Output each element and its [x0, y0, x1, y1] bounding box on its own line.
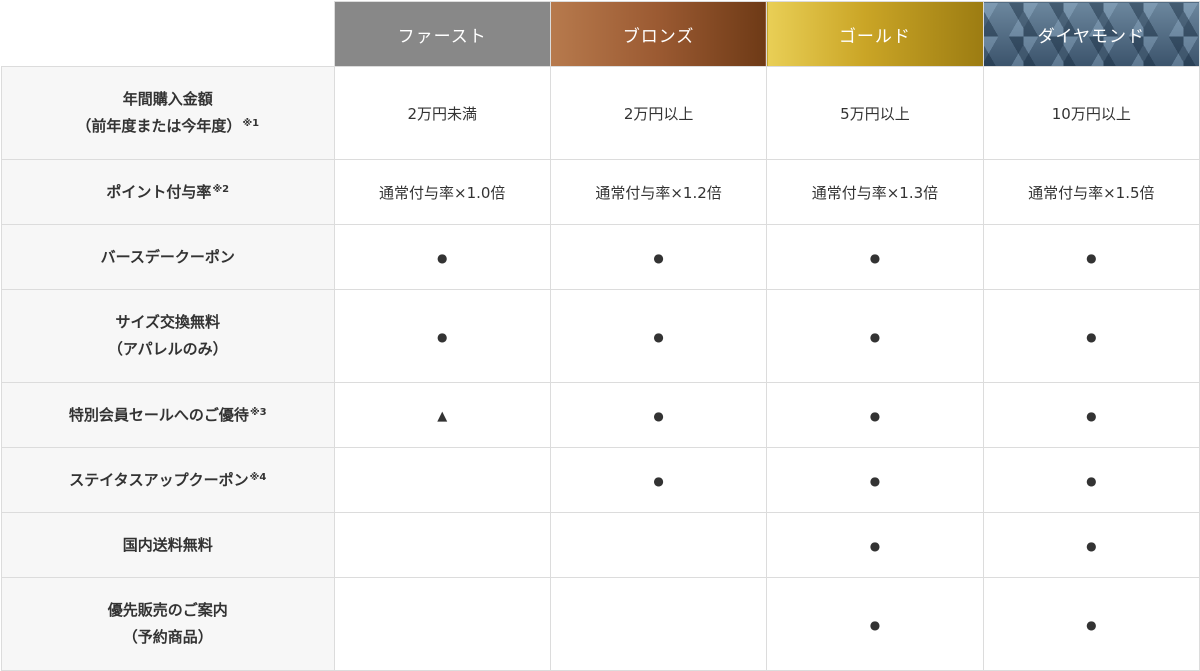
table-row-birthday-coupon: バースデークーポン ● ● ● ● [1, 224, 1200, 290]
row-label-line: 優先販売のご案内 [107, 601, 228, 619]
tier-cell-gold: ● [766, 224, 984, 290]
tier-cell-diamond: 10万円以上 [982, 66, 1200, 160]
row-label-line: ポイント付与率 [106, 182, 212, 201]
table-row-free-size-exchange: サイズ交換無料 （アパレルのみ） ● ● ● ● [1, 289, 1200, 383]
row-label-line: 特別会員セールへのご優待 [68, 405, 249, 424]
table-row-free-domestic-shipping: 国内送料無料 ● ● [1, 512, 1200, 578]
bullet-mark: ● [1086, 539, 1097, 553]
bullet-mark: ● [653, 409, 664, 423]
tier-cell-first: ▲ [333, 382, 551, 448]
table-row-special-sale: 特別会員セールへのご優待※3 ▲ ● ● ● [1, 382, 1200, 448]
row-label: 特別会員セールへのご優待※3 [1, 382, 335, 448]
table-row-point-rate: ポイント付与率※2 通常付与率×1.0倍 通常付与率×1.2倍 通常付与率×1.… [1, 159, 1200, 225]
tier-cell-diamond: ● [982, 512, 1200, 578]
tier-cell-first: 通常付与率×1.0倍 [333, 159, 551, 225]
tier-cell-bronze: 2万円以上 [549, 66, 768, 160]
tier-cell-gold: ● [766, 447, 984, 513]
tier-cell-diamond: ● [982, 447, 1200, 513]
tier-cell-bronze: ● [549, 382, 768, 448]
table-row-annual-purchase: 年間購入金額 （前年度または今年度）※1 2万円未満 2万円以上 5万円以上 1… [1, 66, 1200, 160]
tier-header-diamond: ダイヤモンド [982, 1, 1200, 67]
tier-cell-bronze [549, 577, 768, 671]
tier-cell-first: ● [333, 289, 551, 383]
tier-cell-gold: ● [766, 577, 984, 671]
row-label-line: （アパレルのみ） [107, 340, 228, 358]
membership-tier-table: ファースト ブロンズ ゴールド ダイヤモンド 年間購入金額 （前年度または今年度… [1, 1, 1200, 671]
row-label: ポイント付与率※2 [1, 159, 335, 225]
row-label-line: （予約商品） [122, 628, 213, 646]
bullet-mark: ● [1086, 474, 1097, 488]
footnote-marker: ※1 [242, 118, 260, 129]
tier-cell-diamond: ● [982, 289, 1200, 383]
tier-header-gold: ゴールド [766, 1, 984, 67]
table-row-status-up-coupon: ステイタスアップクーポン※4 ● ● ● [1, 447, 1200, 513]
tier-cell-bronze: ● [549, 289, 768, 383]
row-label-line: サイズ交換無料 [115, 313, 221, 331]
tier-cell-gold: ● [766, 512, 984, 578]
row-label: 優先販売のご案内 （予約商品） [1, 577, 335, 671]
tier-cell-gold: ● [766, 289, 984, 383]
bullet-mark: ● [869, 409, 881, 423]
table-row-priority-sales: 優先販売のご案内 （予約商品） ● ● [1, 577, 1200, 671]
row-label: ステイタスアップクーポン※4 [1, 447, 335, 513]
row-label-line: ステイタスアップクーポン [69, 470, 249, 489]
bullet-mark: ● [653, 474, 664, 488]
tier-cell-bronze [549, 512, 768, 578]
tier-cell-gold: ● [766, 382, 984, 448]
triangle-mark: ▲ [437, 409, 448, 424]
row-label-line: （前年度または今年度） [76, 117, 242, 135]
row-label: サイズ交換無料 （アパレルのみ） [1, 289, 335, 383]
tier-cell-first: ● [333, 224, 551, 290]
bullet-mark: ● [869, 539, 881, 553]
footnote-marker: ※2 [212, 183, 230, 195]
bullet-mark: ● [1086, 330, 1097, 344]
tier-cell-bronze: ● [549, 447, 768, 513]
row-label: バースデークーポン [1, 224, 335, 290]
row-label: 国内送料無料 [1, 512, 335, 578]
row-label-line: 国内送料無料 [122, 535, 213, 554]
bullet-mark: ● [436, 330, 448, 344]
bullet-mark: ● [653, 251, 664, 265]
bullet-mark: ● [1086, 251, 1097, 265]
bullet-mark: ● [1086, 618, 1097, 632]
tier-cell-diamond: ● [982, 577, 1200, 671]
row-label-line: 年間購入金額 [122, 90, 213, 108]
bullet-mark: ● [1086, 409, 1097, 423]
row-label-line: バースデークーポン [100, 247, 235, 266]
bullet-mark: ● [653, 330, 664, 344]
tier-cell-first [333, 447, 551, 513]
tier-header-row: ファースト ブロンズ ゴールド ダイヤモンド [1, 1, 1200, 67]
tier-cell-first [333, 577, 551, 671]
footnote-marker: ※3 [249, 406, 267, 418]
bullet-mark: ● [869, 618, 881, 632]
tier-cell-bronze: 通常付与率×1.2倍 [549, 159, 768, 225]
bullet-mark: ● [869, 474, 881, 488]
tier-cell-diamond: ● [982, 224, 1200, 290]
tier-cell-diamond: 通常付与率×1.5倍 [982, 159, 1200, 225]
tier-cell-gold: 5万円以上 [766, 66, 984, 160]
footnote-marker: ※4 [249, 471, 267, 483]
tier-cell-bronze: ● [549, 224, 768, 290]
header-corner-cell [1, 1, 335, 67]
tier-cell-first [333, 512, 551, 578]
tier-cell-gold: 通常付与率×1.3倍 [766, 159, 984, 225]
bullet-mark: ● [436, 251, 448, 265]
row-label: 年間購入金額 （前年度または今年度）※1 [1, 66, 335, 160]
bullet-mark: ● [869, 251, 881, 265]
tier-cell-diamond: ● [982, 382, 1200, 448]
tier-header-first: ファースト [333, 1, 551, 67]
bullet-mark: ● [869, 330, 881, 344]
tier-header-bronze: ブロンズ [549, 1, 768, 67]
tier-cell-first: 2万円未満 [333, 66, 551, 160]
